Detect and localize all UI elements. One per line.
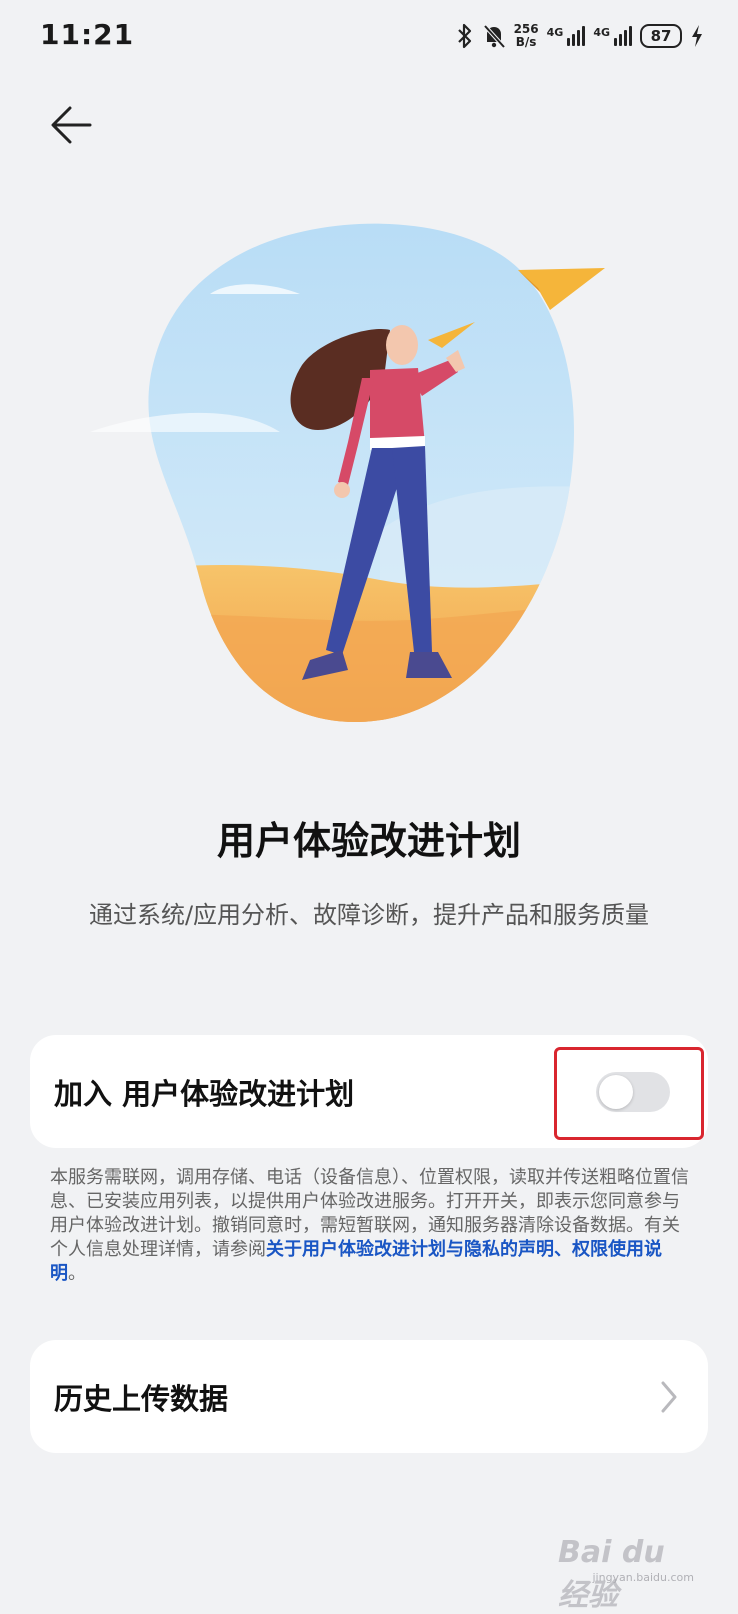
hero-illustration-graphic (90, 223, 605, 723)
battery-level: 87 (650, 27, 672, 45)
arrow-left-icon (51, 106, 92, 144)
signal-icon: 4G (593, 26, 632, 46)
back-button[interactable] (44, 100, 104, 150)
battery-icon: 87 (640, 24, 682, 48)
charging-icon (692, 25, 702, 47)
chevron-right-icon (661, 1381, 677, 1413)
bluetooth-icon (457, 23, 471, 49)
signal2-label: 4G (593, 26, 610, 39)
signal1-label: 4G (546, 26, 564, 39)
net-speed: 256 B/s (514, 23, 539, 49)
net-speed-unit: B/s (515, 35, 537, 49)
status-icons: 256 B/s 4G 4G 87 (456, 20, 704, 52)
bell-off-icon (483, 24, 506, 49)
baidu-watermark: Bai du 经验 jingyan.baidu.com (558, 1527, 698, 1613)
history-upload-data-label: 历史上传数据 (54, 1381, 229, 1416)
status-bar: 11:21 256 B/s 4G 4G 87 (0, 0, 738, 72)
page-title: 用户体验改进计划 (216, 819, 521, 863)
page-subtitle: 通过系统/应用分析、故障诊断，提升产品和服务质量 (88, 901, 650, 929)
join-program-label: 加入 用户体验改进计划 (54, 1076, 355, 1111)
hero-illustration (80, 200, 660, 740)
notice-end: 。 (68, 1263, 86, 1284)
watermark-sub: jingyan.baidu.com (592, 1571, 694, 1584)
privacy-notice: 本服务需联网，调用存储、电话（设备信息）、位置权限，读取并传送粗略位置信息、已安… (50, 1166, 692, 1286)
status-time: 11:21 (40, 18, 135, 51)
privacy-statement-link[interactable]: 关于用户体验改进计划与隐私的声明 (266, 1239, 554, 1260)
history-upload-data-item[interactable]: 历史上传数据 (30, 1340, 708, 1453)
signal-icon: 4G (547, 26, 586, 46)
link-separator: 、 (554, 1239, 572, 1260)
annotation-highlight-box (554, 1047, 704, 1140)
